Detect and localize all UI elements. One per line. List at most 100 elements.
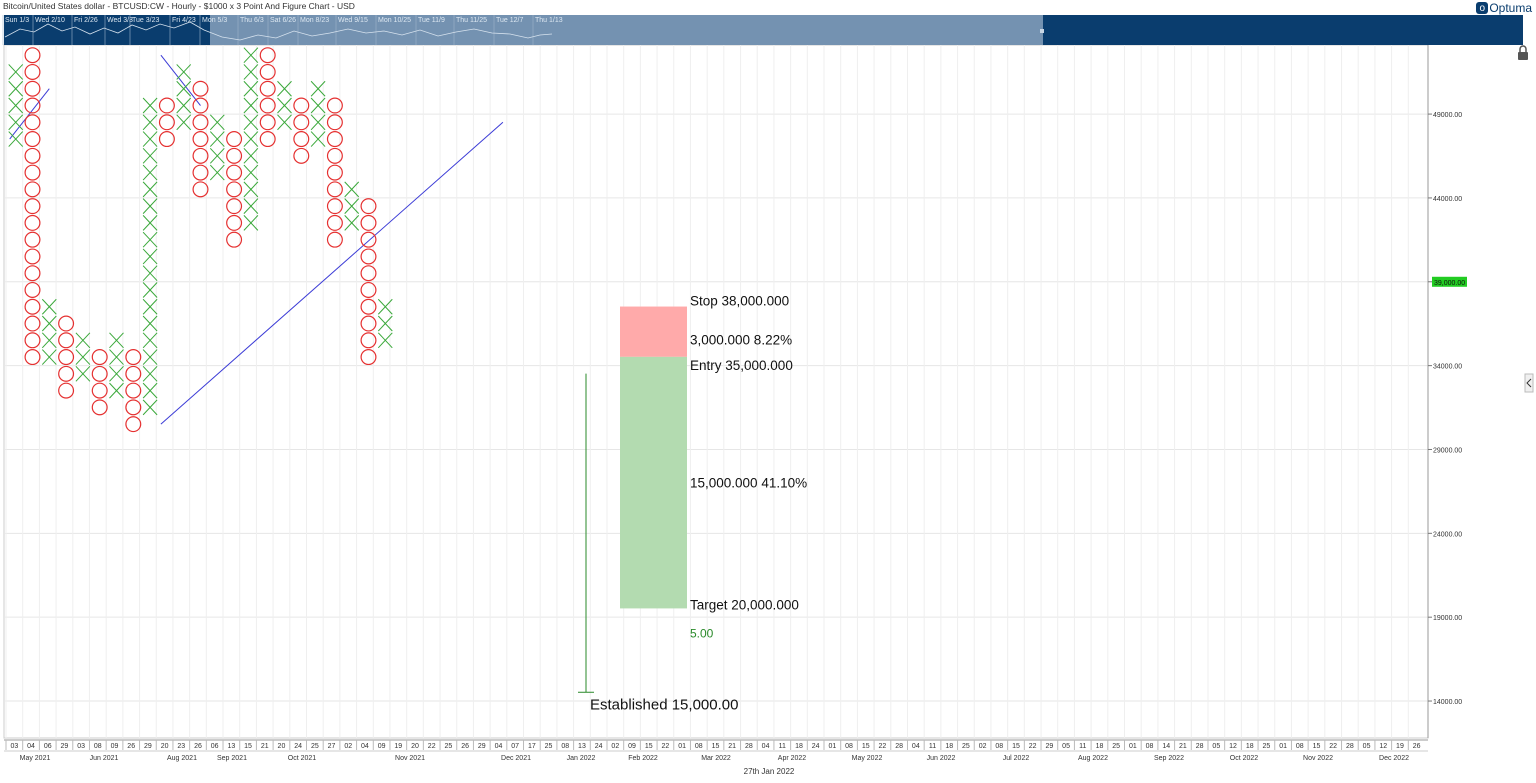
month-label: May 2022 [852,755,883,762]
date-tick-label: 19 [1396,743,1404,750]
date-tick-label: 03 [77,743,85,750]
date-tick-label: 20 [411,743,419,750]
lock-shackle [1519,45,1527,52]
date-tick-label: 15 [244,743,252,750]
date-tick-label: 07 [511,743,519,750]
month-label: Jun 2022 [927,755,956,762]
entry-label: Entry 35,000.000 [690,358,793,373]
date-tick-label: 08 [695,743,703,750]
date-tick-label: 01 [1279,743,1287,750]
navigator-window [210,15,1043,45]
date-tick-label: 28 [745,743,753,750]
date-tick-label: 28 [1346,743,1354,750]
date-tick-label: 12 [1229,743,1237,750]
month-label: May 2021 [20,755,51,762]
date-tick-label: 06 [44,743,52,750]
date-tick-label: 04 [27,743,35,750]
date-tick-label: 08 [94,743,102,750]
date-tick-label: 15 [862,743,870,750]
date-tick-label: 22 [662,743,670,750]
stop-zone [620,306,687,357]
date-tick-label: 04 [495,743,503,750]
date-tick-label: 11 [929,743,936,750]
date-tick-label: 24 [812,743,820,750]
date-tick-label: 26 [461,743,469,750]
side-panel-toggle [1524,373,1534,393]
date-tick-label: 02 [611,743,619,750]
month-label: Feb 2022 [628,755,658,762]
price-tick-label: 24000.00 [1433,531,1462,538]
date-tick-label: 28 [1196,743,1204,750]
date-tick-label: 29 [478,743,486,750]
date-tick-label: 28 [895,743,903,750]
date-tick-label: 26 [194,743,202,750]
date-tick-label: 05 [1212,743,1220,750]
month-label: Oct 2021 [288,755,317,762]
stop-label: Stop 38,000.000 [690,294,789,309]
month-label: Nov 2021 [395,755,425,762]
month-label: Nov 2022 [1303,755,1333,762]
date-tick-label: 08 [1146,743,1154,750]
reward-ratio-label: 5.00 [690,626,714,640]
optuma-logo-icon: o [1476,2,1489,14]
month-label: Jun 2021 [90,755,119,762]
date-tick-label: 05 [1363,743,1371,750]
date-tick-label: 08 [845,743,853,750]
pf-chart[interactable]: Established 15,000.00 49000.00 44000.00 39… [0,0,1536,783]
navigator-date-label: Tue 12/7 [496,17,523,24]
date-tick-label: 24 [595,743,603,750]
date-tick-label: 18 [795,743,803,750]
date-tick-label: 25 [545,743,553,750]
date-tick-label: 19 [394,743,402,750]
date-tick-label: 20 [161,743,169,750]
date-tick-label: 01 [678,743,686,750]
date-tick-label: 21 [261,743,269,750]
date-tick-label: 25 [1263,743,1271,750]
date-tick-label: 24 [294,743,302,750]
date-tick-label: 09 [378,743,386,750]
navigator-date-label: Wed 3/3 [107,17,133,24]
month-label: Dec 2022 [1379,755,1409,762]
date-tick-label: 04 [361,743,369,750]
date-tick-label: 27 [328,743,336,750]
date-tick-label: 09 [628,743,636,750]
date-tick-label: 20 [278,743,286,750]
navigator-bar: Bitcoin/United States dollar - BTCUSD:CW… [2,1,1523,45]
date-tick-label: 18 [1096,743,1104,750]
date-tick-label: 17 [528,743,536,750]
navigator-date-label: Tue 11/9 [418,17,445,24]
price-tick-label: 49000.00 [1433,112,1462,119]
month-label: Oct 2022 [1230,755,1259,762]
target-zone [620,356,687,609]
optuma-logo-text: Optuma [1489,1,1532,15]
date-tick-label: 03 [10,743,18,750]
side-panel-box [1524,373,1534,393]
date-tick-label: 08 [1296,743,1304,750]
date-tick-label: 15 [712,743,720,750]
date-tick-label: 13 [578,743,586,750]
navigator-date-label: Fri 2/26 [74,17,98,24]
month-label: Aug 2021 [167,755,197,762]
date-tick-label: 04 [762,743,770,750]
date-tick-label: 15 [1313,743,1321,750]
navigator-date-label: Sun 1/3 [5,17,29,24]
date-tick-label: 22 [428,743,436,750]
cursor-date-label: 27th Jan 2022 [744,767,795,776]
month-label: Sep 2021 [217,755,247,762]
month-label: Sep 2022 [1154,755,1184,762]
date-tick-label: 23 [177,743,185,750]
navigator-date-label: Sat 6/26 [270,17,296,24]
navigator-date-label: Mon 10/25 [378,17,411,24]
month-label: Dec 2021 [501,755,531,762]
price-tick-label: 44000.00 [1433,196,1462,203]
date-tick-label: 18 [945,743,953,750]
date-tick-label: 08 [561,743,569,750]
date-tick-label: 25 [962,743,970,750]
date-tick-label: 25 [444,743,452,750]
navigator-date-label: Mon 5/3 [202,17,227,24]
trade-zones [620,306,687,609]
navigator-bg-right [1043,15,1523,45]
price-axis: 49000.0044000.0039000.0034000.0029000.00… [1427,45,1534,738]
price-tick-label: 14000.00 [1433,699,1462,706]
month-label: Apr 2022 [778,755,807,762]
